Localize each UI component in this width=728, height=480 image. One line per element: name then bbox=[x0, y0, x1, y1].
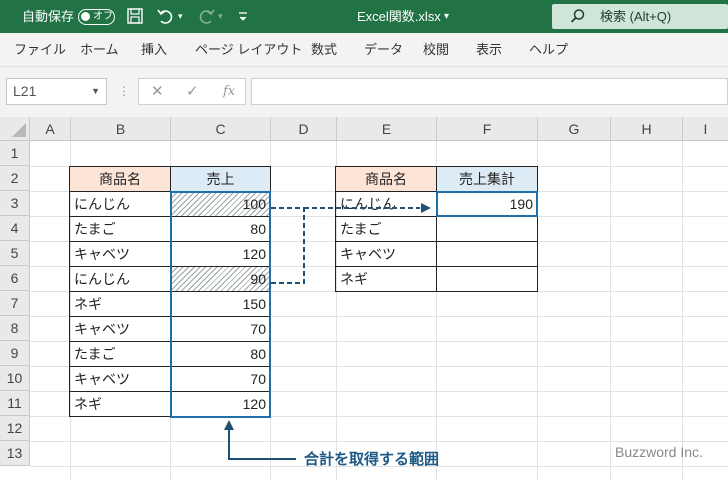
insert-function-icon[interactable]: fx bbox=[223, 79, 235, 104]
tab-data[interactable]: データ bbox=[364, 33, 403, 67]
formula-icons: ✕ ✓ fx bbox=[138, 78, 246, 105]
tab-insert[interactable]: 挿入 bbox=[141, 33, 167, 67]
name-box-chevron-down-icon[interactable]: ▼ bbox=[91, 79, 100, 104]
redo-icon[interactable] bbox=[196, 0, 216, 33]
tab-view[interactable]: 表示 bbox=[476, 33, 502, 67]
cancel-icon[interactable]: ✕ bbox=[151, 79, 164, 104]
annotation-label: 合計を取得する範囲 bbox=[304, 451, 440, 468]
autosave-state: オフ bbox=[93, 11, 113, 22]
tab-help[interactable]: ヘルプ bbox=[529, 33, 568, 67]
tab-review[interactable]: 校閲 bbox=[423, 33, 449, 67]
tab-formulas[interactable]: 数式 bbox=[311, 33, 337, 67]
worksheet-grid: A B C D E F G H I 1 2 3 4 5 6 7 8 9 10 1… bbox=[0, 117, 728, 480]
splitter-dots-icon[interactable]: ⋮ bbox=[118, 85, 130, 97]
search-placeholder: 検索 (Alt+Q) bbox=[600, 9, 672, 24]
name-box[interactable]: L21 ▼ bbox=[6, 78, 107, 105]
undo-icon[interactable] bbox=[156, 0, 176, 33]
autosave-label: 自動保存 bbox=[22, 9, 75, 24]
toggle-knob-icon bbox=[81, 12, 90, 21]
name-box-value: L21 bbox=[13, 83, 37, 99]
tab-page-layout[interactable]: ページ レイアウト bbox=[195, 33, 302, 67]
customize-toolbar-icon[interactable] bbox=[238, 0, 248, 33]
autosave-toggle[interactable]: オフ bbox=[78, 9, 115, 25]
formula-input[interactable] bbox=[251, 78, 728, 105]
title-bar: 自動保存 オフ ▾ ▾ Excel関数.xlsx ▾ 検索 (Alt+Q) bbox=[0, 0, 728, 33]
search-icon bbox=[570, 8, 586, 27]
undo-dropdown-icon[interactable]: ▾ bbox=[178, 0, 183, 33]
ribbon-tabs: ファイル ホーム 挿入 ページ レイアウト 数式 データ 校閲 表示 ヘルプ bbox=[0, 33, 728, 67]
connector-arrows-icon bbox=[224, 203, 431, 460]
save-icon[interactable] bbox=[126, 0, 144, 33]
file-name: Excel関数.xlsx bbox=[357, 9, 441, 24]
watermark: Buzzword Inc. bbox=[615, 444, 703, 460]
tab-home[interactable]: ホーム bbox=[80, 33, 119, 67]
search-box[interactable]: 検索 (Alt+Q) bbox=[552, 4, 728, 29]
filename-chevron-down-icon[interactable]: ▾ bbox=[444, 0, 449, 33]
redo-dropdown-icon[interactable]: ▾ bbox=[218, 0, 223, 33]
tab-file[interactable]: ファイル bbox=[14, 33, 66, 67]
enter-check-icon[interactable]: ✓ bbox=[186, 79, 199, 104]
formula-bar: L21 ▼ ⋮ ✕ ✓ fx bbox=[0, 67, 728, 117]
